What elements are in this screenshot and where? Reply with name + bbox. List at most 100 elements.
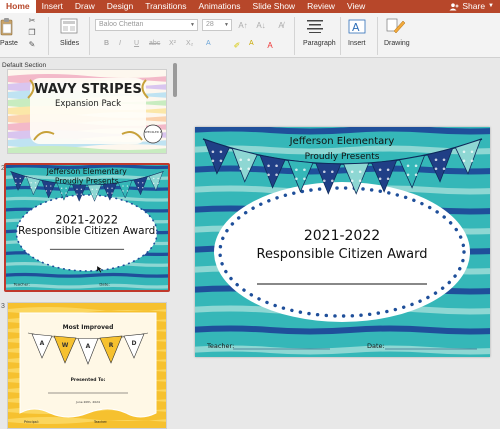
- drawing-label[interactable]: Drawing: [384, 40, 410, 47]
- new-slide-icon[interactable]: [60, 17, 78, 35]
- flag-pattern-dot: [275, 173, 278, 177]
- flag-pattern-dot: [378, 168, 382, 172]
- thumb-date: Date:: [99, 282, 109, 287]
- chevron-down-icon: ▼: [190, 22, 195, 28]
- text-effects-button[interactable]: A: [206, 40, 211, 47]
- pennant-letter: A: [40, 340, 45, 347]
- speckled-badge: SPECKLED 2: [144, 130, 161, 134]
- flag-pattern-dot: [96, 193, 98, 195]
- share-label: Share: [462, 1, 486, 11]
- slide-thumbnail-3[interactable]: Most Improved A W A R D Presented To: Ju…: [7, 302, 167, 429]
- flag-pattern-dot: [219, 150, 223, 154]
- flag-pattern-dot: [211, 159, 215, 163]
- paragraph-label[interactable]: Paragraph: [303, 40, 336, 47]
- tab-home[interactable]: Home: [0, 0, 36, 13]
- flag-pattern-dot: [406, 173, 410, 177]
- flag-pattern-dot: [96, 188, 98, 191]
- flag-pattern-dot: [111, 192, 113, 194]
- superscript-button[interactable]: X²: [169, 40, 176, 47]
- date-label[interactable]: Date:: [367, 342, 385, 350]
- flag-pattern-dot: [470, 150, 474, 154]
- slides-label[interactable]: Slides: [60, 40, 79, 47]
- flag-pattern-dot: [378, 177, 382, 181]
- highlight-button[interactable]: A: [249, 40, 254, 47]
- flag-pattern-dot: [34, 182, 37, 184]
- decrease-font-icon[interactable]: A↓: [256, 19, 266, 31]
- chevron-down-icon: ▼: [224, 22, 229, 28]
- paste-label[interactable]: Paste: [0, 40, 18, 47]
- tab-transitions[interactable]: Transitions: [139, 0, 192, 13]
- proudly-presents[interactable]: Proudly Presents: [305, 152, 380, 162]
- main-slide[interactable]: Jefferson Elementary Proudly Presents 20…: [195, 127, 490, 357]
- flag-pattern-dot: [15, 177, 17, 180]
- tab-design[interactable]: Design: [101, 0, 139, 13]
- highlight-color-icon[interactable]: ✐: [232, 40, 242, 50]
- flag-pattern-dot: [470, 159, 474, 163]
- flag-pattern-dot: [211, 150, 215, 154]
- flag-pattern-dot: [153, 182, 155, 185]
- ribbon-divider: [48, 17, 49, 55]
- share-button[interactable]: Share ▼: [449, 0, 494, 13]
- paragraph-icon[interactable]: [306, 18, 324, 34]
- ribbon-tab-bar: Home Insert Draw Design Transitions Anim…: [0, 0, 500, 13]
- most-improved-thumbnail: Most Improved A W A R D Presented To: Ju…: [8, 303, 166, 428]
- cut-icon[interactable]: ✂: [27, 15, 37, 25]
- flag-pattern-dot: [137, 186, 140, 189]
- underline-button[interactable]: U: [134, 40, 139, 47]
- flag-pattern-dot: [442, 167, 446, 171]
- thumb-school: Jefferson Elementary: [46, 167, 128, 176]
- flag-pattern-dot: [442, 158, 446, 162]
- italic-button[interactable]: I: [119, 40, 121, 47]
- section-label[interactable]: Default Section: [2, 62, 46, 69]
- slide-thumbnail-1[interactable]: WAVY STRIPES Expansion Pack SPECKLED 2: [7, 69, 167, 154]
- school-name[interactable]: Jefferson Elementary: [289, 136, 395, 147]
- subscript-button[interactable]: X₂: [186, 40, 193, 47]
- flag-pattern-dot: [50, 185, 52, 187]
- drawing-shapes-icon[interactable]: [386, 17, 406, 35]
- flag-pattern-dot: [386, 177, 390, 181]
- flag-pattern-dot: [65, 187, 67, 189]
- format-painter-icon[interactable]: ✎: [27, 39, 37, 49]
- pane-scrollbar[interactable]: [173, 63, 177, 97]
- tab-slide-show[interactable]: Slide Show: [247, 0, 302, 13]
- flag-pattern-dot: [331, 170, 334, 174]
- copy-icon[interactable]: ❐: [27, 27, 37, 37]
- thumb3-date: June 20th, 2024: [75, 400, 100, 404]
- award-year[interactable]: 2021-2022: [304, 228, 380, 244]
- flag-pattern-dot: [275, 164, 278, 168]
- ribbon-divider: [377, 17, 378, 55]
- font-name-select[interactable]: Baloo Chettan ▼: [95, 19, 198, 31]
- tab-animations[interactable]: Animations: [192, 0, 246, 13]
- tab-draw[interactable]: Draw: [69, 0, 101, 13]
- flag-pattern-dot: [295, 177, 298, 181]
- wavy-stripes-cover: WAVY STRIPES Expansion Pack SPECKLED 2: [8, 70, 166, 153]
- insert-textbox-icon[interactable]: A: [348, 17, 366, 35]
- font-size-select[interactable]: 28 ▼: [202, 19, 232, 31]
- flag-pattern-dot: [247, 158, 251, 162]
- strikethrough-button[interactable]: abc: [149, 40, 160, 47]
- tab-insert[interactable]: Insert: [36, 0, 69, 13]
- increase-font-icon[interactable]: A↑: [238, 19, 248, 31]
- flag-pattern-dot: [414, 164, 418, 168]
- ribbon-divider: [89, 17, 90, 55]
- flag-pattern-dot: [295, 168, 298, 172]
- font-size-value: 28: [206, 21, 214, 28]
- flag-pattern-dot: [350, 170, 354, 174]
- font-color-icon[interactable]: A: [265, 40, 275, 50]
- ribbon-home: Paste ✂ ❐ ✎ Slides Baloo Chettan ▼ 28 ▼ …: [0, 13, 500, 58]
- thumb3-principal: Principal:: [24, 420, 39, 424]
- ribbon-divider: [340, 17, 341, 55]
- insert-label[interactable]: Insert: [348, 40, 366, 47]
- flag-pattern-dot: [323, 179, 326, 183]
- clear-format-icon[interactable]: A̸: [275, 19, 287, 31]
- flag-pattern-dot: [350, 179, 354, 183]
- paste-icon[interactable]: [0, 17, 14, 37]
- award-title[interactable]: Responsible Citizen Award: [257, 247, 428, 262]
- pennant-letter: D: [132, 340, 137, 347]
- tab-view[interactable]: View: [341, 0, 371, 13]
- slide-number: 3: [1, 303, 5, 310]
- slide-thumbnail-2[interactable]: Jefferson Elementary Proudly Presents 20…: [4, 163, 170, 292]
- tab-review[interactable]: Review: [301, 0, 341, 13]
- bold-button[interactable]: B: [104, 40, 109, 47]
- teacher-label[interactable]: Teacher:: [206, 342, 234, 350]
